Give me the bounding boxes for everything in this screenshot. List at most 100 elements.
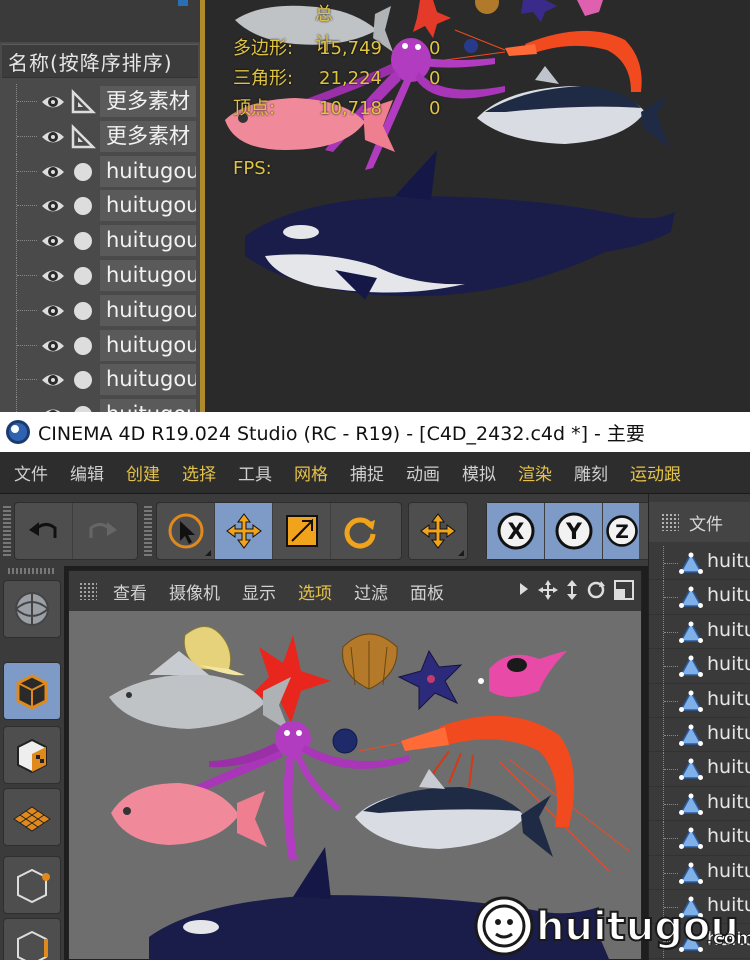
zoom-view-icon[interactable] — [565, 579, 579, 601]
object-name[interactable]: huitu — [707, 584, 750, 606]
object-row[interactable]: huitugou — [0, 257, 200, 293]
object-name[interactable]: huitugou — [100, 294, 196, 326]
move-button[interactable] — [215, 503, 273, 559]
viewport-menu-item[interactable]: 摄像机 — [169, 579, 220, 604]
object-name[interactable]: huitugou — [100, 190, 196, 222]
texture-mode-button[interactable] — [3, 726, 61, 784]
visibility-eye-icon[interactable] — [40, 402, 66, 412]
visibility-eye-icon[interactable] — [40, 159, 66, 185]
object-row[interactable]: huitugou — [0, 153, 200, 189]
object-row[interactable]: huitugou — [0, 362, 200, 398]
file-menu[interactable]: 文件 — [649, 502, 750, 542]
axis-y-button[interactable]: Y — [545, 503, 603, 559]
menu-item[interactable]: 渲染 — [518, 460, 552, 485]
file-menu-label: 文件 — [689, 514, 723, 535]
toolbar-grip[interactable] — [144, 506, 152, 556]
viewport-menu-item[interactable]: 查看 — [113, 579, 147, 604]
make-editable-button[interactable] — [3, 580, 61, 638]
visibility-eye-icon[interactable] — [40, 124, 66, 150]
object-row[interactable]: huitu — [649, 614, 750, 650]
viewport-grip-icon[interactable] — [79, 582, 97, 600]
visibility-eye-icon[interactable] — [40, 298, 66, 324]
object-row[interactable]: 更多素材 — [0, 84, 200, 119]
menu-item[interactable]: 雕刻 — [574, 460, 608, 485]
object-row[interactable]: 更多素材 — [0, 118, 200, 154]
object-name[interactable]: huitu — [707, 722, 750, 744]
object-name[interactable]: huitu — [707, 791, 750, 813]
object-name[interactable]: huitugou — [100, 329, 196, 361]
axis-x-button[interactable]: X — [487, 503, 545, 559]
object-name[interactable]: huitu — [707, 860, 750, 882]
object-manager-header[interactable]: 名称(按降序排序) — [2, 44, 198, 78]
object-row[interactable]: huitu — [649, 580, 750, 615]
viewport-menu-item[interactable]: 面板 — [410, 579, 444, 604]
viewport-menu-item[interactable]: 选项 — [298, 579, 332, 604]
visibility-eye-icon[interactable] — [40, 333, 66, 359]
object-row[interactable]: huitugou — [0, 292, 200, 328]
object-name[interactable]: huitugou — [100, 399, 196, 412]
visibility-eye-icon[interactable] — [40, 193, 66, 219]
rotate-button[interactable] — [331, 503, 389, 559]
object-name[interactable]: huitugou — [100, 225, 196, 257]
maximize-view-icon[interactable] — [613, 579, 635, 601]
object-row[interactable]: huitu — [649, 752, 750, 787]
axis-z-button[interactable]: Z — [603, 503, 639, 559]
chevron-right-icon[interactable] — [517, 579, 531, 599]
object-row[interactable]: huitu — [649, 821, 750, 856]
object-row[interactable]: huitugou — [0, 327, 200, 363]
visibility-eye-icon[interactable] — [40, 367, 66, 393]
palette-grip[interactable] — [8, 568, 56, 574]
rotate-view-icon[interactable] — [585, 579, 607, 601]
object-row[interactable]: huitu — [649, 855, 750, 890]
null-dot-icon — [74, 301, 92, 320]
menu-item[interactable]: 文件 — [14, 460, 48, 485]
menu-item[interactable]: 编辑 — [70, 460, 104, 485]
scale-button[interactable] — [273, 503, 331, 559]
visibility-eye-icon[interactable] — [40, 263, 66, 289]
object-row[interactable]: huitugou — [0, 188, 200, 224]
object-name[interactable]: huitu — [707, 688, 750, 710]
redo-button[interactable] — [73, 503, 131, 559]
object-name[interactable]: huitu — [707, 550, 750, 572]
pan-view-icon[interactable] — [537, 579, 559, 601]
toolbar-grip[interactable] — [3, 506, 11, 556]
live-select-button[interactable] — [157, 503, 215, 559]
window-title-bar[interactable]: CINEMA 4D R19.024 Studio (RC - R19) - [C… — [0, 412, 750, 452]
visibility-eye-icon[interactable] — [40, 89, 66, 115]
object-name[interactable]: huitu — [707, 756, 750, 778]
object-row[interactable]: huitu — [649, 683, 750, 718]
menu-item[interactable]: 模拟 — [462, 460, 496, 485]
object-row[interactable]: huitu — [649, 717, 750, 753]
visibility-eye-icon[interactable] — [40, 228, 66, 254]
object-name[interactable]: huitu — [707, 619, 750, 641]
menu-item[interactable]: 捕捉 — [350, 460, 384, 485]
object-row[interactable]: huitu — [649, 786, 750, 822]
model-mode-button[interactable] — [3, 662, 61, 720]
menu-item[interactable]: 选择 — [182, 460, 216, 485]
object-name[interactable]: 更多素材 — [100, 86, 196, 117]
menu-item[interactable]: 创建 — [126, 460, 160, 485]
object-row[interactable]: huitu — [649, 649, 750, 684]
object-name[interactable]: huitugou — [100, 259, 196, 291]
object-name[interactable]: huitugou — [100, 364, 196, 396]
object-name[interactable]: 更多素材 — [100, 120, 196, 152]
viewport-menu-item[interactable]: 过滤 — [354, 579, 388, 604]
point-mode-button[interactable] — [3, 856, 61, 914]
recent-move-button[interactable] — [409, 503, 467, 559]
object-name[interactable]: huitu — [707, 653, 750, 675]
menu-item[interactable]: 工具 — [238, 460, 272, 485]
object-row[interactable]: huitugou — [0, 223, 200, 258]
panel-grip-icon[interactable] — [661, 513, 679, 531]
object-name[interactable]: huitu — [707, 825, 750, 847]
viewport-menu-item[interactable]: 显示 — [242, 579, 276, 604]
object-name[interactable]: huitugou — [100, 155, 196, 187]
menu-item[interactable]: 动画 — [406, 460, 440, 485]
menu-item[interactable]: 运动跟 — [630, 460, 681, 485]
workplane-mode-button[interactable] — [3, 788, 61, 846]
edge-mode-button[interactable] — [3, 918, 61, 960]
menu-item[interactable]: 网格 — [294, 460, 328, 485]
object-row[interactable]: huitu — [649, 546, 750, 581]
tree-connector — [663, 649, 678, 683]
object-row[interactable]: huitugou — [0, 397, 200, 412]
undo-button[interactable] — [15, 503, 73, 559]
